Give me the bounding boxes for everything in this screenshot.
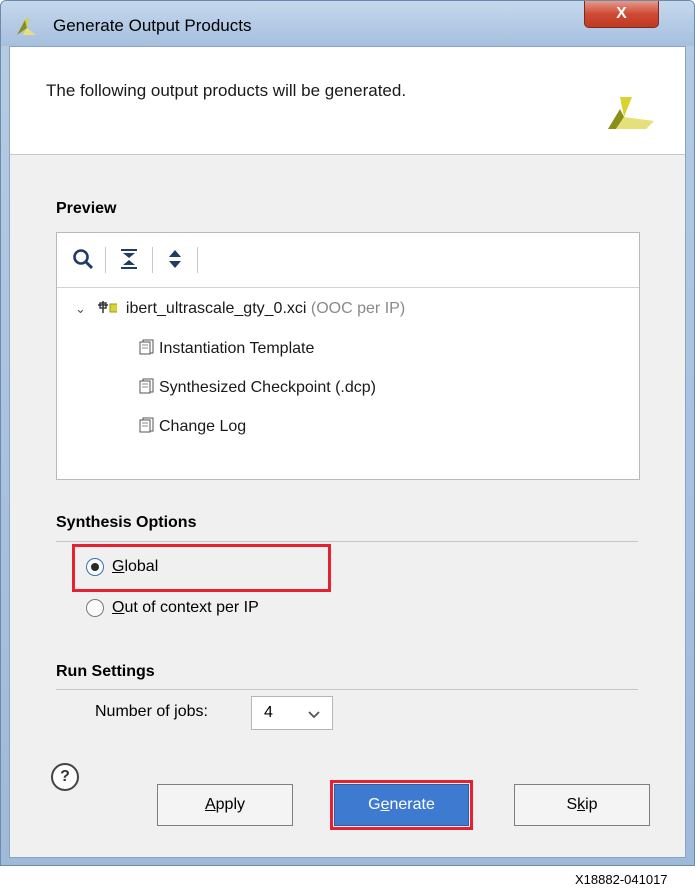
radio-button-checked[interactable]: [86, 558, 104, 576]
tree-item-label: Synthesized Checkpoint (.dcp): [159, 379, 376, 396]
jobs-value: 4: [264, 704, 273, 721]
mnemonic-letter: k: [577, 796, 586, 813]
section-divider: [56, 541, 638, 542]
mnemonic-letter: e: [380, 796, 390, 813]
search-icon[interactable]: [71, 247, 95, 271]
skip-button-label: S: [566, 796, 578, 813]
file-icon: [139, 339, 154, 355]
tree-item-label: Change Log: [159, 418, 247, 435]
section-divider: [56, 689, 638, 690]
skip-button-label: ip: [585, 796, 598, 813]
radio-global-label: Global: [112, 558, 158, 576]
jobs-label-text: obs:: [177, 703, 208, 720]
tree-root-note: (OOC per IP): [310, 300, 406, 317]
apply-button[interactable]: Apply: [157, 784, 293, 826]
tree-item[interactable]: Synthesized Checkpoint (.dcp): [139, 378, 376, 397]
dialog-body: The following output products will be ge…: [9, 46, 686, 858]
file-icon: [139, 417, 154, 433]
header-panel: The following output products will be ge…: [10, 47, 685, 155]
generate-button[interactable]: Ge nerate: [334, 784, 469, 826]
header-message: The following output products will be ge…: [46, 81, 407, 100]
run-settings-title: Run Settings: [56, 663, 155, 680]
collapse-all-icon[interactable]: [117, 247, 141, 271]
xilinx-logo-icon: [608, 97, 654, 129]
file-icon: [139, 378, 154, 394]
radio-global[interactable]: Global: [86, 558, 158, 576]
apply-button-label: pply: [215, 796, 246, 813]
jobs-select[interactable]: 4: [251, 696, 333, 730]
preview-tree-panel: ⌄ ibert_ultrascale_gty_0.xci (OOC per IP…: [56, 232, 640, 480]
tree-root-item[interactable]: ⌄ ibert_ultrascale_gty_0.xci (OOC per IP…: [75, 299, 405, 318]
dialog-window: Generate Output Products X The following…: [0, 0, 695, 866]
tree-root-name: ibert_ultrascale_gty_0.xci: [125, 300, 307, 317]
radio-ooc-label: Out of context per IP: [112, 599, 259, 617]
radio-button[interactable]: [86, 599, 104, 617]
mnemonic-letter: G: [112, 558, 125, 575]
preview-toolbar: [57, 233, 639, 288]
radio-label-text: ut of context per IP: [124, 599, 259, 616]
radio-ooc-per-ip[interactable]: Out of context per IP: [86, 599, 259, 617]
generate-button-label: G: [368, 796, 381, 813]
vivado-logo-icon: [17, 18, 36, 35]
toolbar-separator: [197, 247, 198, 273]
toolbar-separator: [105, 247, 106, 273]
ip-core-icon: [98, 301, 118, 313]
synthesis-options-title: Synthesis Options: [56, 514, 197, 531]
jobs-label-text: Number of: [95, 703, 175, 720]
radio-label-text: lobal: [124, 558, 159, 575]
toolbar-separator: [152, 247, 153, 273]
tree-item[interactable]: Instantiation Template: [139, 339, 314, 358]
expand-all-icon[interactable]: [163, 247, 187, 271]
mnemonic-letter: A: [204, 796, 216, 813]
tree-item-label: Instantiation Template: [159, 340, 315, 357]
generate-button-label: nerate: [389, 796, 435, 813]
chevron-down-icon[interactable]: ⌄: [75, 301, 89, 317]
preview-title: Preview: [56, 200, 117, 217]
mnemonic-letter: O: [112, 599, 125, 616]
help-button[interactable]: ?: [51, 763, 79, 791]
skip-button[interactable]: Sk ip: [514, 784, 650, 826]
close-button[interactable]: X: [584, 1, 659, 28]
title-bar[interactable]: Generate Output Products X: [1, 1, 694, 46]
tree-item[interactable]: Change Log: [139, 417, 246, 436]
jobs-label: Number of jobs:: [95, 703, 208, 721]
figure-code: X18882-041017: [575, 872, 668, 887]
window-title: Generate Output Products: [53, 16, 252, 35]
chevron-down-icon[interactable]: [306, 706, 322, 722]
